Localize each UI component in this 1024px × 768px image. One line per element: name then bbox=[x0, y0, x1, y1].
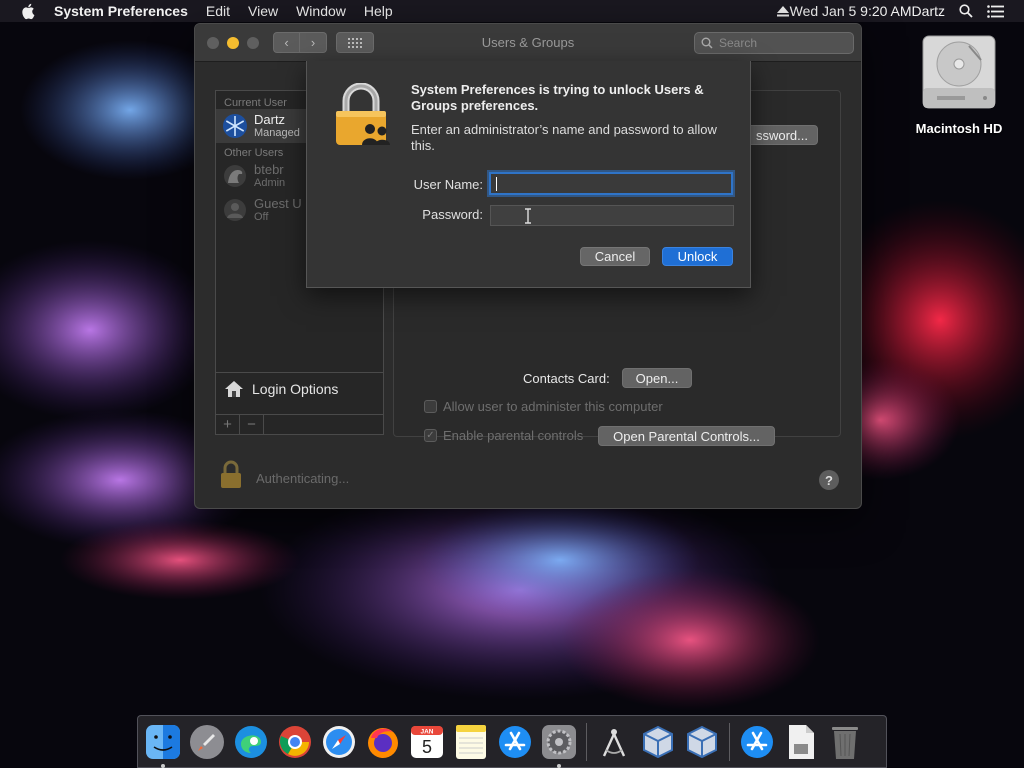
open-parental-controls-button[interactable]: Open Parental Controls... bbox=[598, 426, 775, 446]
snowflake-avatar-icon bbox=[222, 113, 248, 139]
desktop-disk-item[interactable]: Macintosh HD bbox=[905, 32, 1013, 136]
menu-edit[interactable]: Edit bbox=[206, 3, 230, 19]
running-indicator bbox=[557, 763, 561, 768]
dock-trash[interactable] bbox=[826, 723, 864, 761]
change-password-button[interactable]: ssword... bbox=[746, 125, 818, 145]
trash-icon bbox=[832, 726, 858, 759]
apple-icon[interactable] bbox=[20, 2, 38, 20]
house-icon bbox=[225, 380, 243, 397]
menu-clock[interactable]: Wed Jan 5 9:20 AM bbox=[790, 3, 912, 19]
parental-controls-checkbox[interactable]: ✓ bbox=[424, 429, 437, 442]
search-placeholder: Search bbox=[719, 36, 758, 50]
username-field[interactable] bbox=[489, 172, 733, 195]
menu-window[interactable]: Window bbox=[296, 3, 346, 19]
notification-center-icon[interactable] bbox=[987, 4, 1004, 18]
dock-document[interactable] bbox=[782, 723, 820, 761]
parental-controls-label: Enable parental controls bbox=[443, 428, 584, 443]
user-name: btebr bbox=[254, 161, 284, 177]
login-options-label: Login Options bbox=[252, 380, 339, 397]
firefox-icon bbox=[368, 727, 398, 758]
dock-chrome[interactable] bbox=[276, 723, 314, 761]
dock: JAN 5 bbox=[137, 715, 887, 768]
spotlight-search-icon[interactable] bbox=[959, 4, 973, 18]
allow-admin-label: Allow user to administer this computer bbox=[443, 399, 663, 414]
lock-users-icon bbox=[336, 83, 390, 145]
password-label: Password: bbox=[422, 207, 483, 222]
help-button[interactable]: ? bbox=[819, 470, 839, 490]
menu-user[interactable]: Dartz bbox=[912, 3, 945, 19]
eject-icon[interactable] bbox=[776, 5, 790, 17]
window-titlebar[interactable]: ‹ › Users & Groups Search bbox=[195, 24, 861, 62]
dock-notes[interactable] bbox=[452, 723, 490, 761]
dock-finder[interactable] bbox=[144, 723, 182, 768]
gear-icon bbox=[542, 724, 576, 759]
search-field[interactable]: Search bbox=[694, 32, 854, 54]
dialog-description: Enter an administrator’s name and passwo… bbox=[411, 122, 717, 153]
username-label: User Name: bbox=[413, 177, 483, 192]
text-caret bbox=[496, 177, 497, 191]
password-field[interactable] bbox=[490, 205, 734, 226]
running-indicator bbox=[161, 763, 165, 768]
open-contacts-button[interactable]: Open... bbox=[622, 368, 692, 388]
app-store-icon bbox=[499, 725, 531, 758]
dock-app-store[interactable] bbox=[496, 723, 534, 761]
dock-virtualbox[interactable] bbox=[639, 723, 677, 761]
parental-controls-row: ✓ Enable parental controls bbox=[424, 428, 583, 443]
dock-calendar[interactable]: JAN 5 bbox=[408, 723, 446, 761]
guest-avatar-icon bbox=[222, 197, 248, 223]
calendar-month: JAN bbox=[420, 728, 433, 735]
calendar-icon: JAN 5 bbox=[411, 725, 443, 758]
dock-separator bbox=[729, 722, 730, 761]
allow-admin-row: Allow user to administer this computer bbox=[424, 399, 663, 414]
dock-separator bbox=[586, 722, 587, 761]
auth-status-text: Authenticating... bbox=[256, 471, 350, 486]
user-role: Off bbox=[254, 210, 269, 223]
hard-drive-icon bbox=[922, 35, 996, 109]
dock-safari[interactable] bbox=[320, 723, 358, 761]
dock-launchpad[interactable] bbox=[188, 723, 226, 761]
menu-view[interactable]: View bbox=[248, 3, 278, 19]
document-icon bbox=[789, 724, 814, 759]
unlock-button[interactable]: Unlock bbox=[662, 247, 733, 266]
allow-admin-checkbox[interactable] bbox=[424, 400, 437, 413]
dock-firefox[interactable] bbox=[364, 723, 402, 761]
notes-icon bbox=[456, 724, 486, 759]
dock-utility[interactable] bbox=[595, 723, 633, 761]
disk-label: Macintosh HD bbox=[915, 121, 1003, 136]
edge-browser-icon bbox=[235, 725, 267, 758]
chrome-browser-icon bbox=[279, 725, 311, 758]
safari-compass-icon bbox=[323, 725, 355, 758]
eagle-avatar-icon bbox=[222, 163, 248, 189]
calendar-day: 5 bbox=[422, 737, 432, 757]
current-user-name: Dartz bbox=[254, 111, 286, 127]
dock-app-store-folder[interactable] bbox=[738, 723, 776, 761]
unlock-dialog: System Preferences is trying to unlock U… bbox=[306, 61, 751, 288]
search-icon bbox=[701, 37, 713, 49]
dock-system-preferences[interactable] bbox=[540, 723, 578, 768]
finder-icon bbox=[146, 724, 180, 759]
cancel-button[interactable]: Cancel bbox=[580, 247, 650, 266]
menu-help[interactable]: Help bbox=[364, 3, 393, 19]
menu-bar: System Preferences Edit View Window Help… bbox=[0, 0, 1024, 22]
app-store-icon bbox=[741, 725, 773, 758]
current-user-role: Managed bbox=[254, 126, 300, 139]
user-name: Guest U bbox=[254, 195, 302, 211]
ibeam-cursor-icon bbox=[525, 208, 531, 224]
user-role: Admin bbox=[254, 176, 286, 189]
lock-icon[interactable] bbox=[219, 460, 243, 490]
add-user-button[interactable]: + bbox=[216, 415, 240, 434]
menu-app-name[interactable]: System Preferences bbox=[54, 3, 188, 19]
login-options-item[interactable]: Login Options bbox=[216, 372, 383, 404]
virtualbox-icon bbox=[643, 725, 673, 758]
rocket-icon bbox=[190, 724, 224, 759]
users-toolbar: + − bbox=[216, 414, 383, 434]
dock-virtualbox-vm[interactable] bbox=[683, 723, 721, 761]
virtualbox-icon bbox=[687, 725, 717, 758]
dialog-title: System Preferences is trying to unlock U… bbox=[411, 82, 704, 113]
remove-user-button[interactable]: − bbox=[240, 415, 264, 434]
dock-edge[interactable] bbox=[232, 723, 270, 761]
compass-tool-icon bbox=[602, 728, 626, 756]
contacts-card-label: Contacts Card: bbox=[523, 371, 610, 386]
